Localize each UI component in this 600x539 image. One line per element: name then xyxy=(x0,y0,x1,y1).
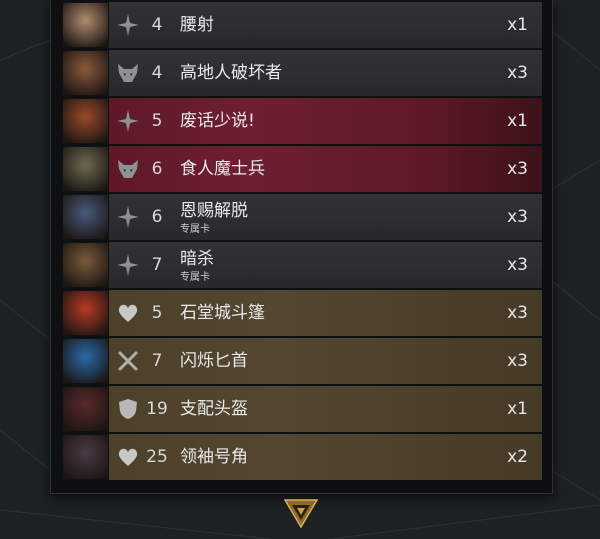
card-name: 高地人破坏者 xyxy=(180,63,282,83)
card-row[interactable]: 25 领袖号角 x2 xyxy=(62,434,542,480)
card-portrait-image xyxy=(62,194,109,240)
card-cost: 7 xyxy=(151,351,163,371)
card-row[interactable]: 4 腰射 x1 xyxy=(62,2,542,48)
heart-icon xyxy=(116,301,140,325)
card-name: 支配头盔 xyxy=(180,399,248,419)
card-cost: 7 xyxy=(151,255,163,275)
spell-icon xyxy=(116,253,140,277)
card-name: 领袖号角 xyxy=(180,447,248,467)
card-count: x1 xyxy=(507,111,528,131)
card-count: x3 xyxy=(507,255,528,275)
heart-icon xyxy=(116,445,140,469)
weapon-icon xyxy=(116,349,140,373)
card-row[interactable]: 19 支配头盔 x1 xyxy=(62,386,542,432)
card-count: x1 xyxy=(507,15,528,35)
card-cost: 5 xyxy=(151,111,163,131)
card-count: x3 xyxy=(507,207,528,227)
card-cost: 6 xyxy=(151,207,163,227)
card-row[interactable]: 6 恩赐解脱 专属卡 x3 xyxy=(62,194,542,240)
card-row[interactable]: 5 废话少说! x1 xyxy=(62,98,542,144)
creep-icon xyxy=(116,157,140,181)
card-count: x3 xyxy=(507,303,528,323)
creep-icon xyxy=(116,61,140,85)
armor-icon xyxy=(116,397,140,421)
card-row[interactable]: 7 闪烁匕首 x3 xyxy=(62,338,542,384)
card-name: 石堂城斗篷 xyxy=(180,303,265,323)
spell-icon xyxy=(116,13,140,37)
card-portrait-image xyxy=(62,386,109,432)
card-portrait-image xyxy=(62,146,109,192)
card-portrait-image xyxy=(62,242,109,288)
spell-icon xyxy=(116,205,140,229)
card-tag: 专属卡 xyxy=(180,224,210,235)
card-tag: 专属卡 xyxy=(180,272,210,283)
card-count: x2 xyxy=(507,447,528,467)
card-portrait-image xyxy=(62,434,109,480)
card-cost: 6 xyxy=(151,159,163,179)
deck-card-list: 4 腰射 x1 4 高地人破坏者 x3 5 废话少说! x1 6 食人魔士兵 x3 6 恩赐解脱 专属卡 x3… xyxy=(62,2,542,482)
card-portrait-image xyxy=(62,50,109,96)
card-name: 废话少说! xyxy=(180,111,255,131)
card-cost: 19 xyxy=(146,399,168,419)
spell-icon xyxy=(116,109,140,133)
card-portrait-image xyxy=(62,290,109,336)
card-count: x3 xyxy=(507,63,528,83)
card-row[interactable]: 7 暗杀 专属卡 x3 xyxy=(62,242,542,288)
card-count: x3 xyxy=(507,351,528,371)
expand-chevron-icon[interactable] xyxy=(284,498,318,528)
card-name: 腰射 xyxy=(180,15,214,35)
card-count: x3 xyxy=(507,159,528,179)
card-count: x1 xyxy=(507,399,528,419)
card-row[interactable]: 6 食人魔士兵 x3 xyxy=(62,146,542,192)
card-name: 闪烁匕首 xyxy=(180,351,248,371)
card-name: 食人魔士兵 xyxy=(180,159,265,179)
card-cost: 4 xyxy=(151,15,163,35)
card-cost: 5 xyxy=(151,303,163,323)
card-portrait-image xyxy=(62,338,109,384)
card-row[interactable]: 5 石堂城斗篷 x3 xyxy=(62,290,542,336)
card-portrait-image xyxy=(62,98,109,144)
card-row[interactable]: 4 高地人破坏者 x3 xyxy=(62,50,542,96)
card-cost: 4 xyxy=(151,63,163,83)
card-cost: 25 xyxy=(146,447,168,467)
card-portrait-image xyxy=(62,2,109,48)
